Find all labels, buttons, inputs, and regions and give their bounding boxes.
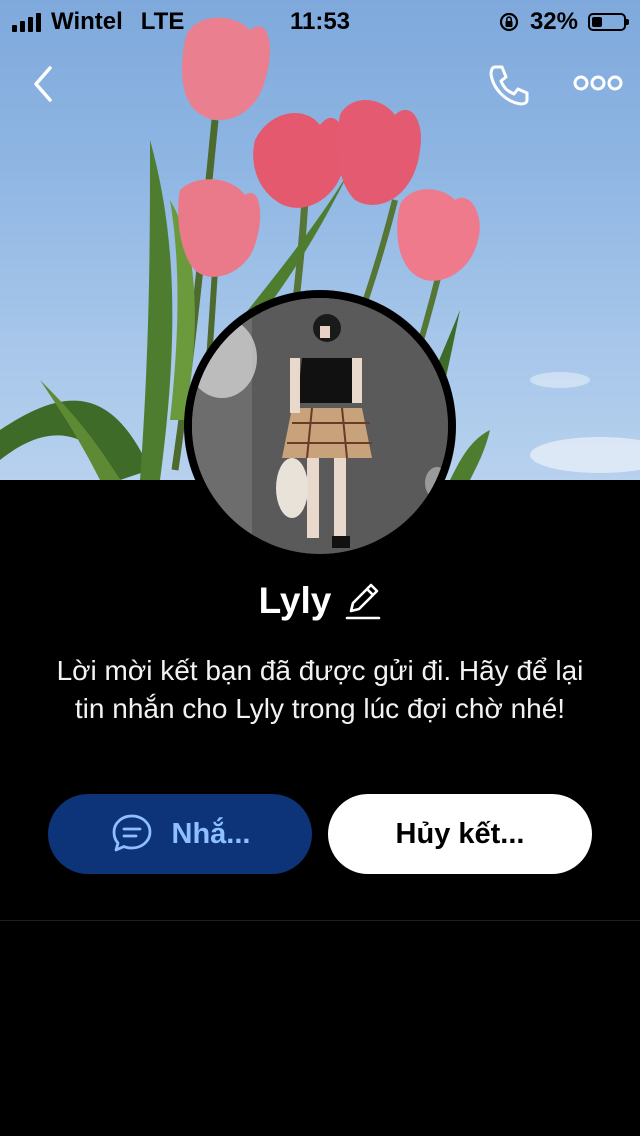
phone-icon [489, 65, 529, 106]
more-dots-icon [573, 75, 623, 91]
battery-icon [588, 13, 629, 31]
profile-name-row: Lyly [0, 580, 640, 622]
back-button[interactable] [26, 62, 66, 106]
chevron-left-icon [34, 66, 52, 102]
friend-request-message: Lời mời kết bạn đã được gửi đi. Hãy để l… [56, 655, 584, 724]
battery-percent: 32% [529, 8, 578, 35]
message-button[interactable]: Nhắ... [48, 794, 312, 874]
edit-name-button[interactable] [345, 581, 381, 621]
call-button[interactable] [486, 62, 532, 108]
rotation-lock-icon [499, 12, 519, 32]
avatar-illustration [192, 298, 448, 554]
chat-bubble-icon [112, 814, 151, 852]
status-bar: Wintel LTE 11:53 32% [0, 0, 640, 40]
profile-name: Lyly [258, 580, 332, 621]
profile-avatar[interactable] [184, 290, 456, 562]
message-button-label: Nhắ... [171, 817, 251, 850]
section-divider [0, 920, 640, 921]
more-button[interactable] [572, 70, 624, 96]
avatar-photo [192, 298, 448, 554]
cancel-request-button[interactable]: Hủy kết... [328, 794, 592, 874]
pencil-icon [346, 583, 381, 620]
cancel-request-label: Hủy kết... [395, 817, 525, 850]
